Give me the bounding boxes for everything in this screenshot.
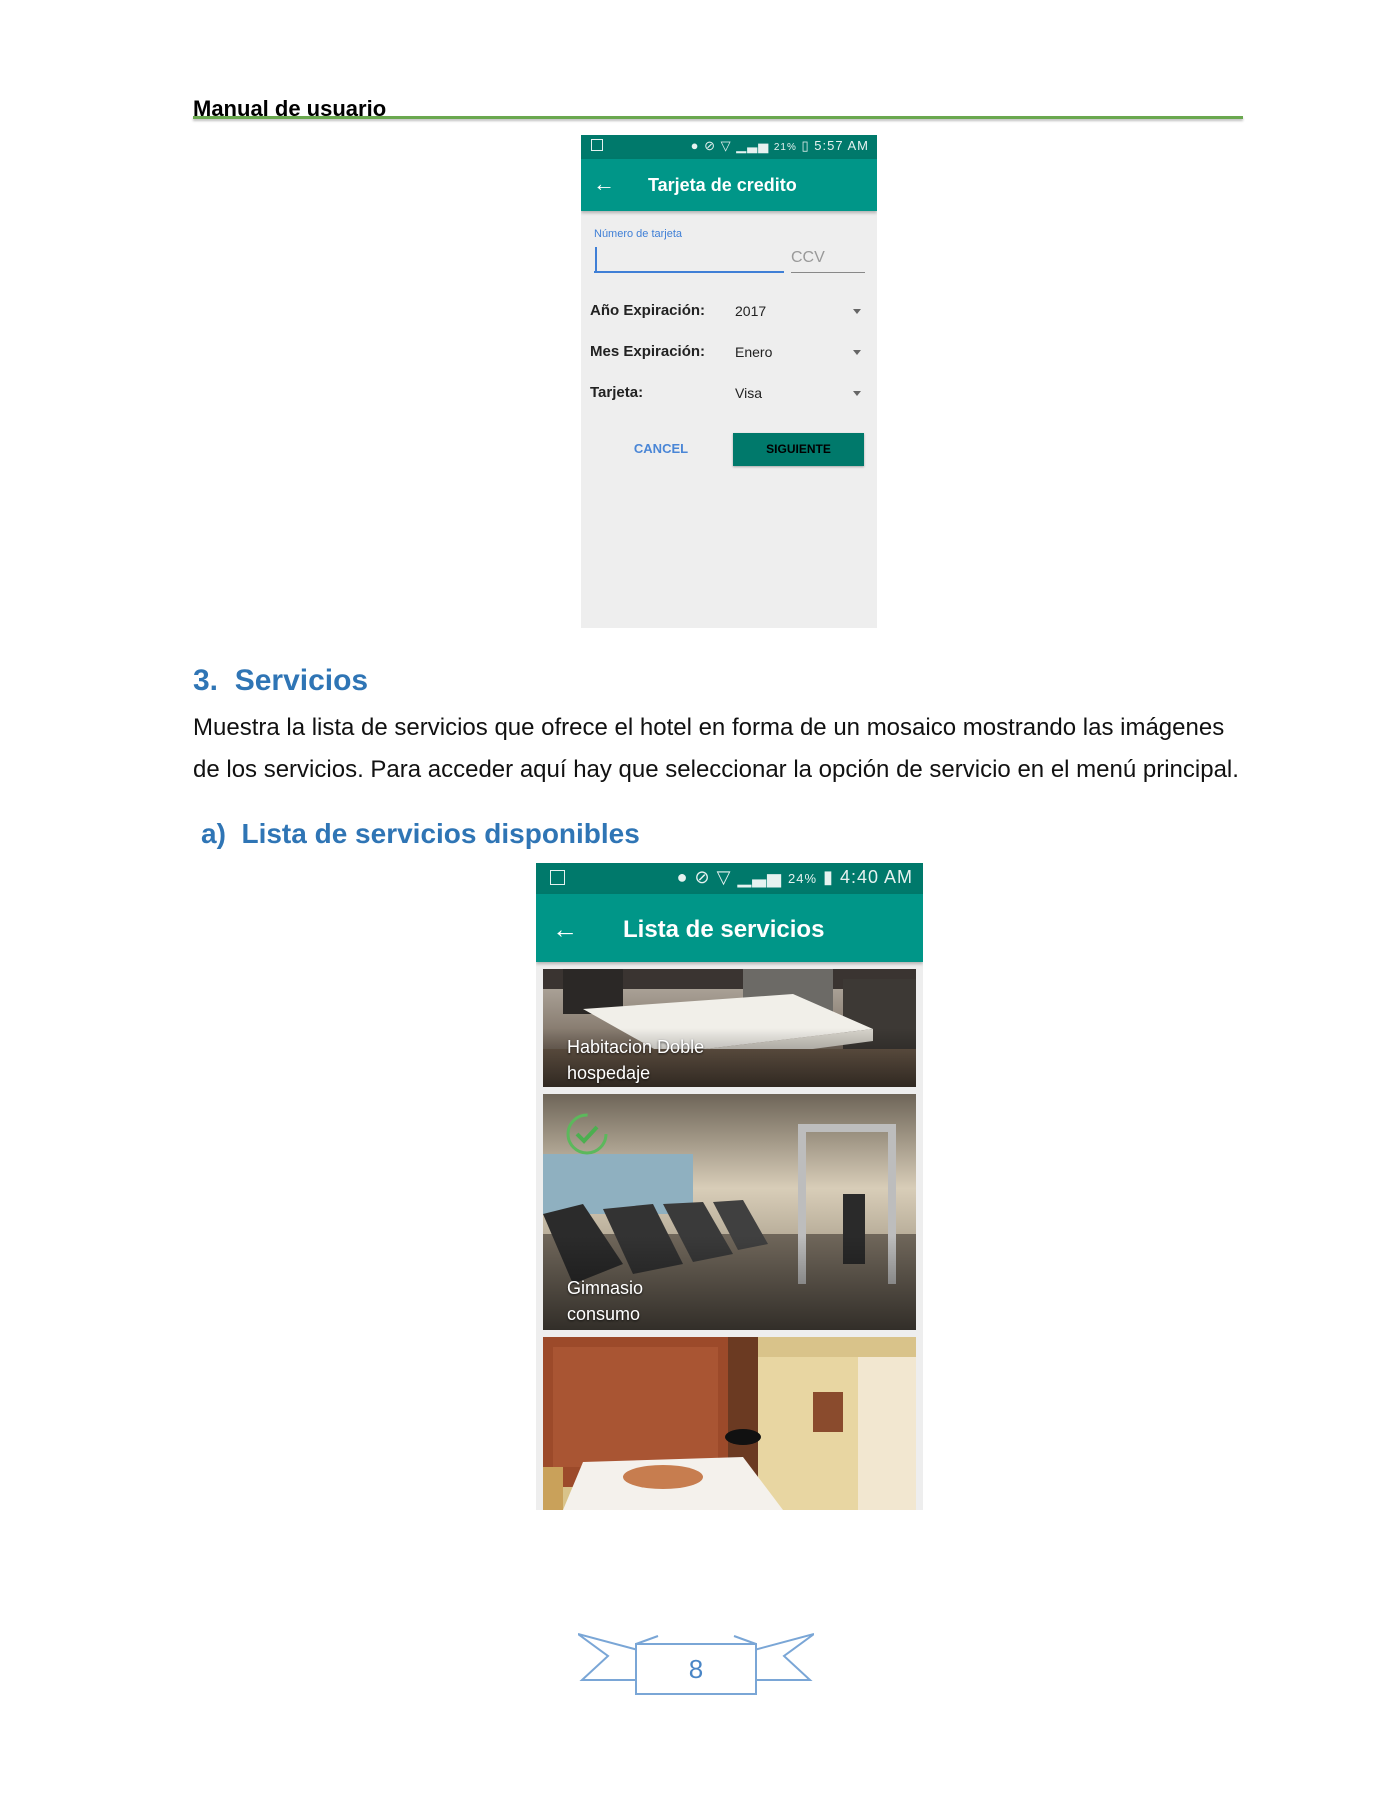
ccv-input[interactable]: CCV bbox=[791, 249, 825, 267]
service-tile-habitacion[interactable]: Habitacion Doble hospedaje bbox=[543, 969, 916, 1087]
wifi-icon: ▽ bbox=[716, 867, 732, 887]
expiry-year-label: Año Expiración: bbox=[590, 302, 706, 319]
section-title: Servicios bbox=[234, 664, 369, 697]
battery-icon: ▯ bbox=[801, 138, 810, 153]
cancel-button[interactable]: CANCEL bbox=[611, 432, 711, 466]
section-number: 3. bbox=[193, 664, 219, 697]
dropdown-arrow-icon[interactable] bbox=[853, 309, 861, 314]
battery-percent: 21% bbox=[773, 142, 797, 153]
service-tile-gimnasio[interactable]: Gimnasio consumo bbox=[543, 1094, 916, 1330]
wifi-icon: ▽ bbox=[720, 138, 732, 153]
status-time: 5:57 AM bbox=[814, 138, 869, 153]
services-list-screenshot: ● ⊘ ▽ ▁▃▅ 24% ▮ 4:40 AM ← Lista de servi… bbox=[536, 863, 923, 1510]
card-number-input[interactable] bbox=[594, 271, 784, 273]
app-bar-title: Lista de servicios bbox=[623, 916, 825, 943]
service-category: hospedaje bbox=[567, 1063, 651, 1083]
app-bar-title: Tarjeta de credito bbox=[648, 175, 797, 195]
app-bar: ← Tarjeta de credito bbox=[581, 159, 877, 211]
app-bar: ← Lista de servicios bbox=[536, 894, 923, 962]
subsection-letter: a) bbox=[201, 818, 226, 849]
mute-icon: ⊘ bbox=[694, 867, 711, 887]
expiry-month-select[interactable]: Enero bbox=[735, 344, 772, 360]
hotel-bedroom-photo bbox=[543, 1337, 916, 1510]
card-type-select[interactable]: Visa bbox=[735, 385, 762, 401]
service-name: Gimnasio bbox=[567, 1278, 644, 1298]
page-number: 8 bbox=[688, 1654, 704, 1684]
dropdown-arrow-icon[interactable] bbox=[853, 350, 861, 355]
service-category: consumo bbox=[567, 1304, 641, 1324]
credit-card-screenshot: ● ⊘ ▽ ▁▃▅ 21% ▯ 5:57 AM ← Tarjeta de cre… bbox=[581, 135, 877, 628]
battery-percent: 24% bbox=[787, 871, 818, 886]
expiry-year-select[interactable]: 2017 bbox=[735, 303, 766, 319]
section-heading: 3. Servicios bbox=[193, 664, 368, 698]
service-tile-bedroom[interactable] bbox=[543, 1337, 916, 1510]
back-arrow-icon[interactable]: ← bbox=[593, 171, 615, 197]
signal-icon: ▁▃▅ bbox=[736, 138, 770, 153]
mute-icon: ⊘ bbox=[704, 138, 716, 153]
ccv-underline bbox=[791, 272, 865, 273]
selected-check-icon bbox=[566, 1113, 608, 1155]
status-bar: ● ⊘ ▽ ▁▃▅ 24% ▮ 4:40 AM bbox=[536, 863, 923, 894]
section-paragraph-line-1: Muestra la lista de servicios que ofrece… bbox=[193, 714, 1225, 741]
text-caret bbox=[595, 247, 597, 271]
dropdown-arrow-icon[interactable] bbox=[853, 391, 861, 396]
location-icon: ● bbox=[676, 867, 689, 887]
subsection-heading: a) Lista de servicios disponibles bbox=[201, 818, 640, 850]
header-rule bbox=[193, 116, 1243, 119]
card-number-label: Número de tarjeta bbox=[594, 228, 683, 240]
battery-icon: ▮ bbox=[823, 867, 834, 887]
card-type-label: Tarjeta: bbox=[590, 384, 644, 401]
status-time: 4:40 AM bbox=[839, 867, 913, 887]
status-icons: ● ⊘ ▽ ▁▃▅ 21% ▯ 5:57 AM bbox=[691, 138, 869, 154]
subsection-title: Lista de servicios disponibles bbox=[241, 818, 640, 849]
section-paragraph-line-2: de los servicios. Para acceder aquí hay … bbox=[193, 756, 1239, 783]
status-bar: ● ⊘ ▽ ▁▃▅ 21% ▯ 5:57 AM bbox=[581, 135, 877, 159]
next-button[interactable]: SIGUIENTE bbox=[733, 433, 864, 466]
back-arrow-icon[interactable]: ← bbox=[552, 914, 578, 945]
location-icon: ● bbox=[690, 138, 700, 153]
gallery-notification-icon bbox=[550, 870, 565, 885]
status-icons: ● ⊘ ▽ ▁▃▅ 24% ▮ 4:40 AM bbox=[677, 867, 913, 888]
service-name: Habitacion Doble bbox=[567, 1037, 705, 1057]
gallery-notification-icon bbox=[591, 139, 603, 151]
expiry-month-label: Mes Expiración: bbox=[590, 343, 706, 360]
signal-icon: ▁▃▅ bbox=[737, 867, 782, 887]
